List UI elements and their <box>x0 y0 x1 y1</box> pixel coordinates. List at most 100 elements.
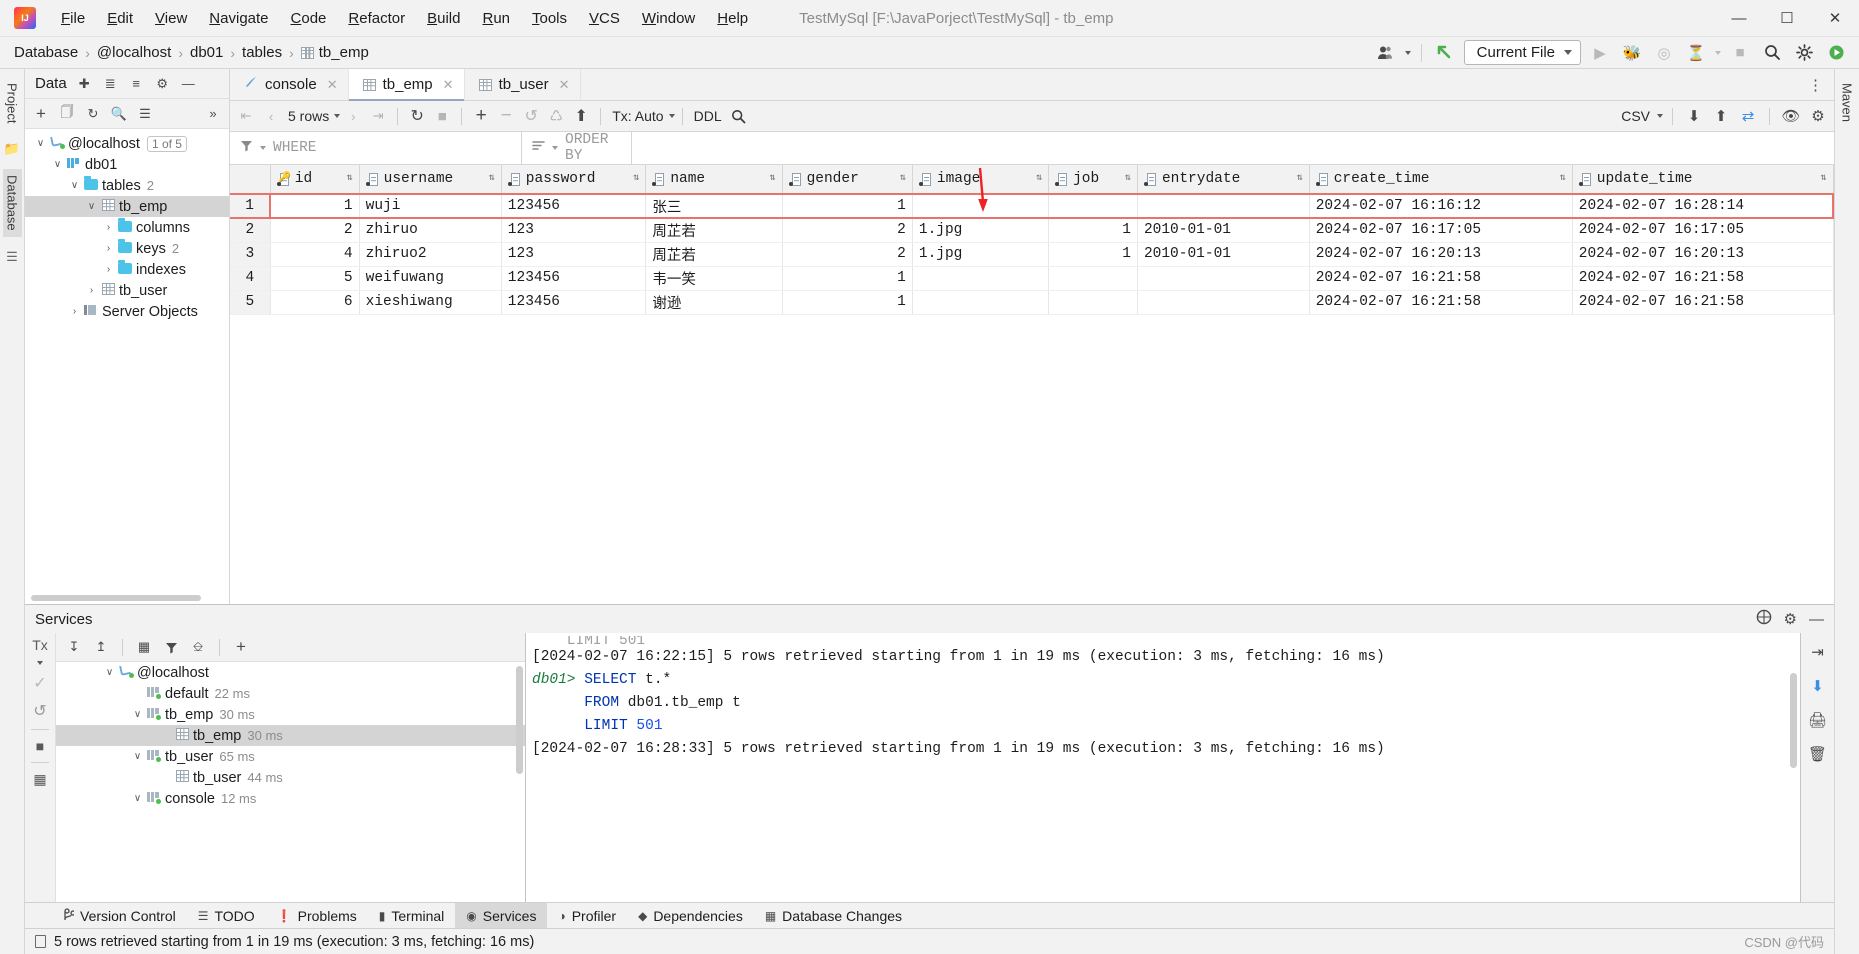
refresh-icon[interactable]: ↻ <box>405 104 429 128</box>
menu-run[interactable]: Run <box>471 7 521 30</box>
debug-icon[interactable]: 🐝 <box>1619 41 1645 65</box>
tree-item-tb_user[interactable]: › tb_user <box>25 280 229 301</box>
tree-item-keys[interactable]: › keys 2 <box>25 238 229 259</box>
wrap-icon[interactable]: ⇥ <box>1811 643 1824 661</box>
cell-image[interactable]: 1.jpg <box>912 218 1050 243</box>
add-row-button[interactable]: + <box>469 104 493 128</box>
editor-tab-tb_user[interactable]: tb_user ✕ <box>465 69 581 100</box>
coverage-icon[interactable]: ◎ <box>1651 41 1677 65</box>
menu-code[interactable]: Code <box>280 7 338 30</box>
tx-chevron-down-icon[interactable] <box>37 661 43 665</box>
column-header-name[interactable]: name ⇅ <box>645 165 783 195</box>
hide-panel-icon[interactable]: — <box>1809 611 1824 628</box>
tree-twisty-icon[interactable]: › <box>101 222 116 233</box>
cell-image[interactable]: 1.jpg <box>912 242 1050 267</box>
delete-row-button[interactable]: − <box>494 104 518 128</box>
cell-job[interactable]: 1 <box>1048 242 1138 267</box>
cell-entrydate[interactable] <box>1137 290 1310 315</box>
table-row[interactable]: 2 2 zhiruo 123 周芷若 2 1.jpg 1 2010-01-01 2024-02-0… <box>230 218 1834 243</box>
column-header-job[interactable]: job ⇅ <box>1048 165 1138 195</box>
tree-twisty-icon[interactable]: › <box>84 285 99 296</box>
run-icon[interactable]: ▶ <box>1587 41 1613 65</box>
tree-twisty-icon[interactable]: › <box>101 243 116 254</box>
sort-toggle-icon[interactable]: ⇅ <box>489 174 495 184</box>
cell-username[interactable]: weifuwang <box>359 266 502 291</box>
settings-icon[interactable]: ⚙ <box>154 76 171 92</box>
menu-refactor[interactable]: Refactor <box>337 7 416 30</box>
tree-item-localhost[interactable]: ∨ @localhost 1 of 5 <box>25 133 229 154</box>
cell-id[interactable]: 5 <box>270 266 360 291</box>
rollback-icon[interactable]: ♺ <box>544 104 568 128</box>
search-everywhere-icon[interactable] <box>1759 41 1785 65</box>
menu-window[interactable]: Window <box>631 7 706 30</box>
group-icon[interactable]: ▦ <box>132 635 156 659</box>
cell-create_time[interactable]: 2024-02-07 16:17:05 <box>1309 218 1573 243</box>
cell-image[interactable] <box>912 290 1050 315</box>
copy-icon[interactable]: 🗍 <box>55 102 79 126</box>
cell-entrydate[interactable] <box>1137 266 1310 291</box>
table-row[interactable]: 4 5 weifuwang 123456 韦一笑 1 2024-02-07 16:21:58… <box>230 266 1834 291</box>
order-by-input[interactable]: ORDER BY <box>522 132 632 164</box>
menu-build[interactable]: Build <box>416 7 471 30</box>
menu-tools[interactable]: Tools <box>521 7 578 30</box>
tree-twisty-icon[interactable]: ∨ <box>67 180 82 191</box>
rail-tab-database[interactable]: Database <box>2 169 22 238</box>
download-icon[interactable]: ⬇ <box>1682 104 1706 128</box>
cell-job[interactable] <box>1048 266 1138 291</box>
cell-id[interactable]: 2 <box>270 218 360 243</box>
sort-toggle-icon[interactable]: ⇅ <box>770 174 776 184</box>
project-files-icon[interactable]: 📁 <box>4 141 20 157</box>
cell-update_time[interactable]: 2024-02-07 16:21:58 <box>1572 290 1834 315</box>
cell-entrydate[interactable]: 2010-01-01 <box>1137 242 1310 267</box>
cell-gender[interactable]: 1 <box>782 193 913 219</box>
row-count-chevron-down-icon[interactable] <box>334 114 341 118</box>
more-run-chevron-icon[interactable] <box>1715 50 1721 55</box>
tree-item-indexes[interactable]: › indexes <box>25 259 229 280</box>
close-button[interactable]: ✕ <box>1811 0 1859 36</box>
cell-username[interactable]: wuji <box>359 193 502 219</box>
cell-update_time[interactable]: 2024-02-07 16:20:13 <box>1572 242 1834 267</box>
column-header-entrydate[interactable]: entrydate ⇅ <box>1137 165 1310 195</box>
scroll-end-icon[interactable]: ⬇ <box>1811 677 1824 695</box>
tool-tab-database-changes[interactable]: ▦ Database Changes <box>754 903 913 929</box>
tree-twisty-icon[interactable]: ∨ <box>102 667 117 678</box>
export-chevron-down-icon[interactable] <box>1657 114 1663 118</box>
cell-job[interactable] <box>1048 290 1138 315</box>
compare-icon[interactable]: ⇄ <box>1736 104 1760 128</box>
tool-tab-profiler[interactable]: ◑ Profiler <box>547 903 627 929</box>
close-icon[interactable]: ✕ <box>559 77 570 93</box>
tree-twisty-icon[interactable]: › <box>101 264 116 275</box>
sort-toggle-icon[interactable]: ⇅ <box>1297 174 1303 184</box>
tool-tab-version-control[interactable]: Version Control <box>51 903 187 929</box>
services-console-output[interactable]: LIMIT 501 [2024-02-07 16:22:15] 5 rows re… <box>526 633 1800 902</box>
print-icon[interactable]: 🖨 <box>1808 711 1827 729</box>
services-tree-item-tb_emp[interactable]: ∨ tb_emp 30 ms <box>56 704 525 725</box>
cell-name[interactable]: 韦一笑 <box>645 266 783 291</box>
new-tab-icon[interactable]: ⎒ <box>186 635 210 659</box>
sort-toggle-icon[interactable]: ⇅ <box>1820 174 1826 184</box>
collapse-all-icon[interactable]: ↥ <box>89 635 113 659</box>
result-grid[interactable]: 🔑 id ⇅ username ⇅ password ⇅ name ⇅ gender ⇅ image ⇅… <box>230 165 1834 604</box>
cell-password[interactable]: 123456 <box>501 193 647 219</box>
more-options-icon[interactable]: » <box>201 102 225 126</box>
tree-item-tables[interactable]: ∨ tables 2 <box>25 175 229 196</box>
next-page-button[interactable]: › <box>341 104 365 128</box>
sort-toggle-icon[interactable]: ⇅ <box>633 174 639 184</box>
cell-create_time[interactable]: 2024-02-07 16:16:12 <box>1309 193 1573 219</box>
table-row[interactable]: 3 4 zhiruo2 123 周芷若 2 1.jpg 1 2010-01-01 2024-02-… <box>230 242 1834 267</box>
minimize-button[interactable]: — <box>1715 0 1763 36</box>
menu-edit[interactable]: Edit <box>96 7 144 30</box>
cell-create_time[interactable]: 2024-02-07 16:20:13 <box>1309 242 1573 267</box>
close-icon[interactable]: ✕ <box>443 77 454 93</box>
services-tree-item-tb_user[interactable]: ∨ tb_user 65 ms <box>56 746 525 767</box>
delete-icon[interactable]: 🗑 <box>1808 745 1827 763</box>
tree-item-columns[interactable]: › columns <box>25 217 229 238</box>
services-tree-scrollbar[interactable] <box>516 666 523 774</box>
column-header-image[interactable]: image ⇅ <box>912 165 1050 195</box>
editor-tab-tb_emp[interactable]: tb_emp ✕ <box>348 69 465 101</box>
column-header-create_time[interactable]: create_time ⇅ <box>1309 165 1573 195</box>
table-row[interactable]: 1 1 wuji 123456 张三 1 2024-02-07 16:16:12 2024-0… <box>230 193 1834 219</box>
cell-image[interactable] <box>912 266 1050 291</box>
column-header-update_time[interactable]: update_time ⇅ <box>1572 165 1834 195</box>
stop-icon[interactable]: ■ <box>36 738 44 754</box>
